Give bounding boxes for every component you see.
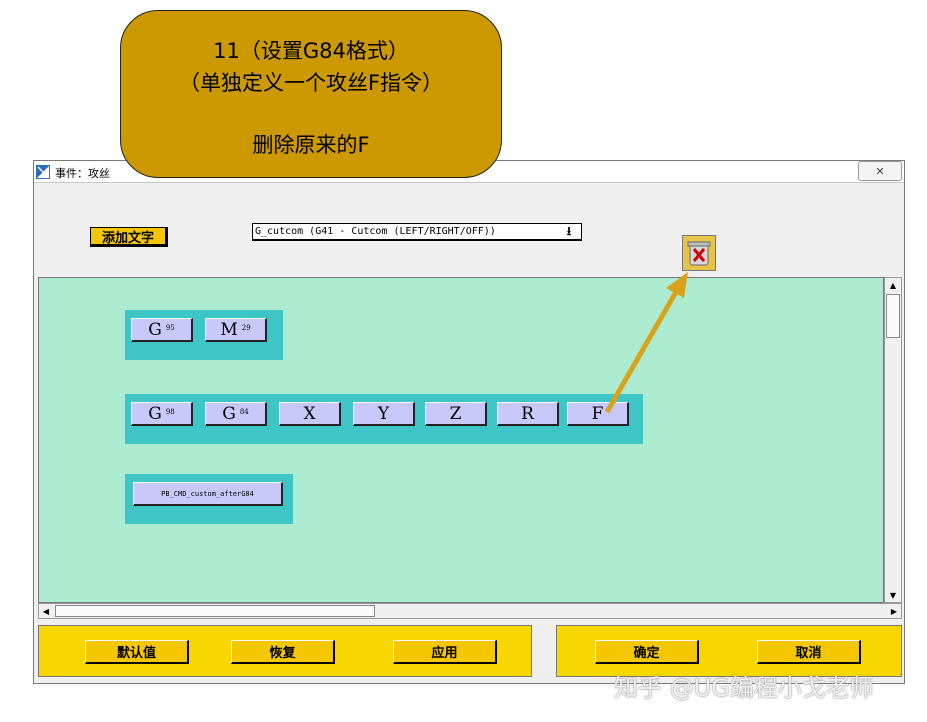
block-row-2: G 98 G 84 X Y Z R F [125,394,643,444]
vertical-scrollbar[interactable]: ▲ ▼ [884,277,902,603]
block-canvas: G 95 M 29 G 98 G 84 X Y Z R F PB_CMD_cus… [38,277,884,603]
apply-button[interactable]: 应用 [393,640,497,664]
block-f[interactable]: F [567,402,629,426]
block-x[interactable]: X [279,402,341,426]
block-pb-cmd-custom-after-g84[interactable]: PB_CMD_custom_afterG84 [133,482,283,506]
annotation-callout: 11（设置G84格式） （单独定义一个攻丝F指令） 删除原来的F [120,10,502,178]
cancel-button[interactable]: 取消 [757,640,861,664]
scroll-left-icon[interactable]: ◀ [39,604,53,618]
app-icon [36,165,50,179]
scroll-up-icon[interactable]: ▲ [885,278,901,292]
scroll-down-icon[interactable]: ▼ [885,588,901,602]
close-icon: ✕ [875,164,885,178]
add-text-button[interactable]: 添加文字 [90,227,168,247]
callout-line-2: （单独定义一个攻丝F指令） [178,71,444,95]
dropdown-arrow-icon[interactable]: ⭳ [562,223,576,241]
block-r[interactable]: R [497,402,559,426]
callout-line-3: 删除原来的F [252,133,370,157]
callout-line-1: 11（设置G84格式） [213,39,409,63]
block-g95[interactable]: G 95 [131,318,193,342]
block-row-1: G 95 M 29 [125,310,283,360]
block-g98[interactable]: G 98 [131,402,193,426]
block-row-3: PB_CMD_custom_afterG84 [125,474,293,524]
trash-button[interactable] [682,235,716,271]
vertical-scroll-thumb[interactable] [886,294,900,338]
default-button[interactable]: 默认值 [85,640,189,664]
watermark: 知乎 @UG编程小戈老师 [614,674,874,702]
block-y[interactable]: Y [353,402,415,426]
ok-button[interactable]: 确定 [595,640,699,664]
horizontal-scroll-thumb[interactable] [55,605,375,617]
block-m29[interactable]: M 29 [205,318,267,342]
block-z[interactable]: Z [425,402,487,426]
restore-button[interactable]: 恢复 [231,640,335,664]
bottom-left-panel: 默认值 恢复 应用 [38,625,532,677]
window-title: 事件：攻丝 [55,167,110,180]
event-dialog: 事件：攻丝 ✕ 添加文字 G_cutcom (G41 - Cutcom (LEF… [33,160,905,684]
scroll-right-icon[interactable]: ▶ [887,604,901,618]
top-panel: 添加文字 G_cutcom (G41 - Cutcom (LEFT/RIGHT/… [34,183,904,275]
horizontal-scrollbar[interactable]: ◀ ▶ [38,603,902,619]
trash-icon [687,241,711,266]
close-button[interactable]: ✕ [858,161,902,181]
command-select[interactable]: G_cutcom (G41 - Cutcom (LEFT/RIGHT/OFF)) [252,223,582,241]
block-g84[interactable]: G 84 [205,402,267,426]
